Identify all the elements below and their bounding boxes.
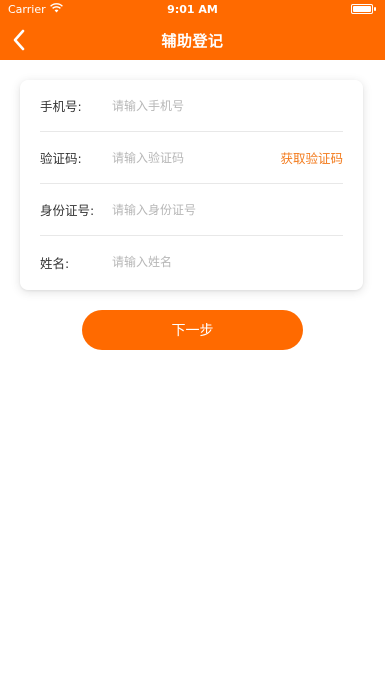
code-input[interactable] bbox=[112, 150, 281, 165]
name-row: 姓名: bbox=[40, 236, 343, 288]
code-label: 验证码: bbox=[40, 151, 82, 166]
id-number-input[interactable] bbox=[112, 202, 343, 217]
code-row: 验证码: 获取验证码 bbox=[40, 132, 343, 184]
phone-row: 手机号: bbox=[40, 80, 343, 132]
registration-form: 手机号: 验证码: 获取验证码 身份证号: 姓名: bbox=[20, 80, 363, 290]
id-number-label: 身份证号: bbox=[40, 203, 95, 218]
id-number-row: 身份证号: bbox=[40, 184, 343, 236]
navigation-bar: 辅助登记 bbox=[0, 20, 385, 60]
page-title: 辅助登记 bbox=[161, 32, 224, 50]
header: Carrier 9:01 AM 辅助登记 bbox=[0, 0, 385, 60]
status-bar: Carrier 9:01 AM bbox=[0, 0, 385, 20]
clock: 9:01 AM bbox=[167, 3, 218, 16]
get-code-button[interactable]: 获取验证码 bbox=[280, 148, 343, 167]
phone-label: 手机号: bbox=[40, 99, 82, 114]
battery-icon bbox=[351, 4, 376, 14]
phone-input[interactable] bbox=[112, 98, 343, 113]
name-label: 姓名: bbox=[40, 255, 70, 271]
name-input[interactable] bbox=[112, 255, 343, 269]
next-button[interactable]: 下一步 bbox=[82, 310, 303, 350]
